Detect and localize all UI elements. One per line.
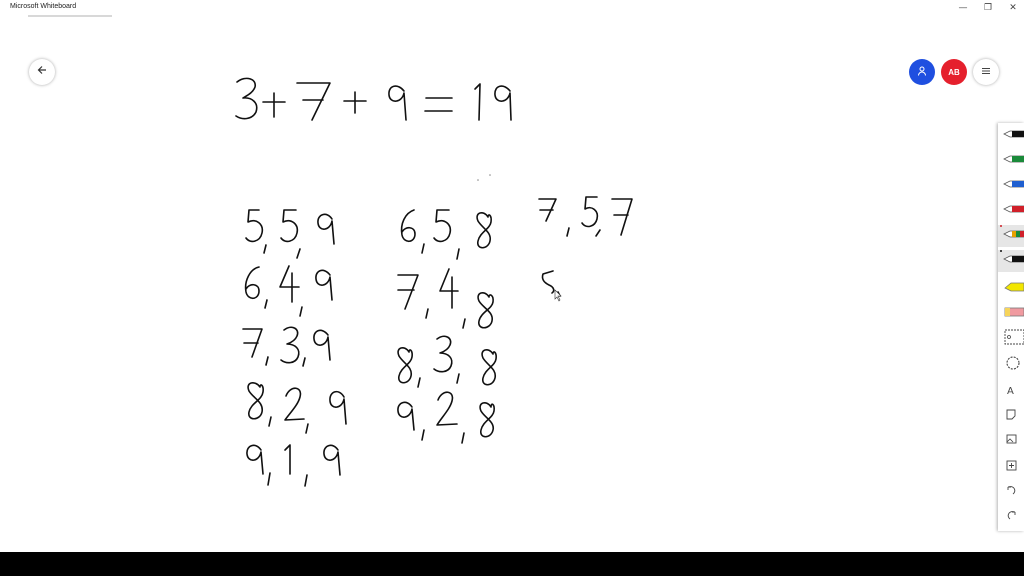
pen-icon (998, 148, 1024, 175)
lasso-tool[interactable] (998, 354, 1024, 376)
image-tool[interactable] (998, 430, 1024, 452)
ruler-tool[interactable] (998, 328, 1024, 350)
pen-icon (998, 198, 1024, 225)
pen-icon (998, 123, 1024, 150)
ink-column-2 (397, 209, 497, 444)
pen-red-tool[interactable] (998, 200, 1024, 222)
ink-layer (235, 77, 633, 487)
undo-button[interactable] (998, 481, 1024, 503)
pen-galaxy-tool[interactable] (998, 248, 1024, 275)
sticky-note-tool[interactable] (998, 405, 1024, 427)
eraser-icon (998, 301, 1024, 328)
eraser-tool[interactable] (998, 303, 1024, 325)
undo-icon (998, 479, 1024, 506)
redo-button[interactable] (998, 506, 1024, 528)
pen-icon (998, 248, 1024, 275)
restore-button[interactable]: ❐ (975, 0, 1001, 17)
minimize-button[interactable]: — (950, 0, 976, 17)
ink-column-1 (242, 209, 347, 487)
title-bar: Microsoft Whiteboard — ❐ ✕ (0, 0, 1024, 17)
pen-icon (998, 173, 1024, 200)
redo-icon (998, 504, 1024, 531)
ink-equation (235, 77, 512, 121)
text-tool[interactable]: A (998, 380, 1024, 402)
text-tool-label: A (1007, 385, 1014, 397)
ruler-icon (998, 326, 1024, 353)
pen-black-tool[interactable] (998, 125, 1024, 147)
lasso-icon (998, 352, 1024, 379)
image-icon (998, 428, 1024, 455)
close-button[interactable]: ✕ (1000, 0, 1024, 17)
pen-rainbow-tool[interactable] (998, 223, 1024, 250)
window-title: Microsoft Whiteboard (10, 3, 77, 10)
pen-icon (998, 223, 1024, 250)
add-tool[interactable] (998, 456, 1024, 478)
whiteboard-canvas[interactable]: AB A (0, 17, 1024, 552)
pen-blue-tool[interactable] (998, 175, 1024, 197)
highlighter-icon (998, 275, 1024, 302)
tools-toolbar: A (998, 123, 1024, 531)
highlighter-tool[interactable] (998, 277, 1024, 299)
sticky-note-icon (998, 403, 1024, 430)
pen-green-tool[interactable] (998, 150, 1024, 172)
add-icon (998, 454, 1024, 481)
ink-column-3 (538, 196, 633, 297)
